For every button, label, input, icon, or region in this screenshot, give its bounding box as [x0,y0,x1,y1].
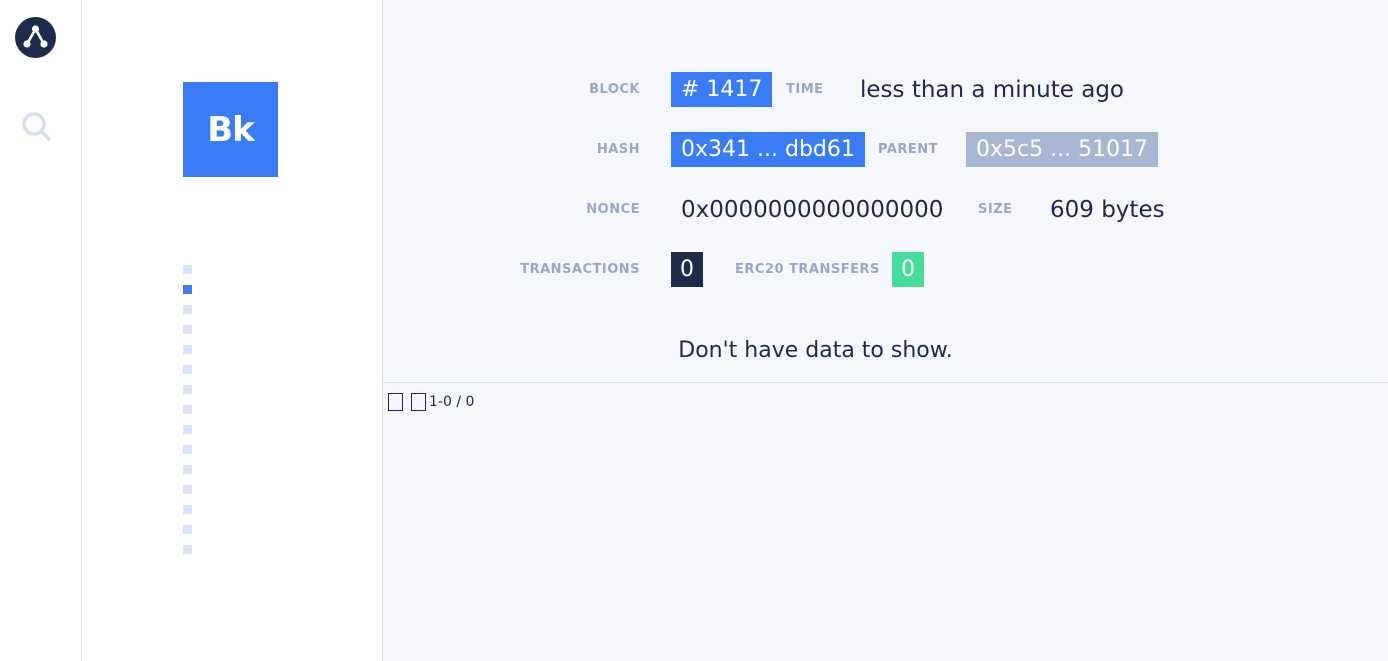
transactions-count-badge: 0 [671,252,703,287]
pager-dot[interactable] [183,465,192,474]
pager-dot[interactable] [183,545,192,554]
hash-label: HASH [596,142,640,157]
time-label: TIME [786,82,824,97]
size-label: SIZE [978,202,1013,217]
pager-dot[interactable] [183,445,192,454]
size-value: 609 bytes [1050,197,1165,223]
nav-rail [0,0,82,661]
block-details: BLOCK # 1417 TIME less than a minute ago… [383,0,1388,383]
pager-dot[interactable] [183,365,192,374]
empty-state-message: Don't have data to show. [678,338,953,363]
time-value: less than a minute ago [860,77,1124,103]
side-panel: Bk [82,0,383,661]
block-label: BLOCK [589,82,640,97]
pager-dot[interactable] [183,285,192,294]
transactions-label: TRANSACTIONS [520,262,640,277]
pager-dot[interactable] [183,265,192,274]
pager-dot[interactable] [183,425,192,434]
pager-dot[interactable] [183,385,192,394]
parent-hash-chip[interactable]: 0x5c5 ... 51017 [966,132,1159,167]
pager-dot[interactable] [183,405,192,414]
pager-dot[interactable] [183,325,192,334]
erc20-transfers-count-badge: 0 [892,252,924,287]
block-number-chip[interactable]: # 1417 [671,72,773,107]
nonce-label: NONCE [586,202,640,217]
pager-dot[interactable] [183,305,192,314]
hash-chip[interactable]: 0x341 ... dbd61 [671,132,865,167]
pager-dot[interactable] [183,345,192,354]
pagination-info: 1-0 / 0 [429,394,475,410]
pager-dot[interactable] [183,485,192,494]
previous-page-button[interactable] [388,393,403,411]
pager-dots [183,265,193,565]
pager-dot[interactable] [183,505,192,514]
pagination: 1-0 / 0 [388,392,474,412]
network-nodes-icon[interactable] [15,17,56,58]
next-page-button[interactable] [411,393,426,411]
main-content: BLOCK # 1417 TIME less than a minute ago… [383,0,1388,661]
nonce-value: 0x0000000000000000 [681,197,944,223]
block-avatar: Bk [183,82,278,177]
pager-dot[interactable] [183,525,192,534]
search-icon[interactable] [19,109,53,143]
erc20-transfers-label: ERC20 TRANSFERS [735,262,880,277]
parent-label: PARENT [878,142,939,157]
